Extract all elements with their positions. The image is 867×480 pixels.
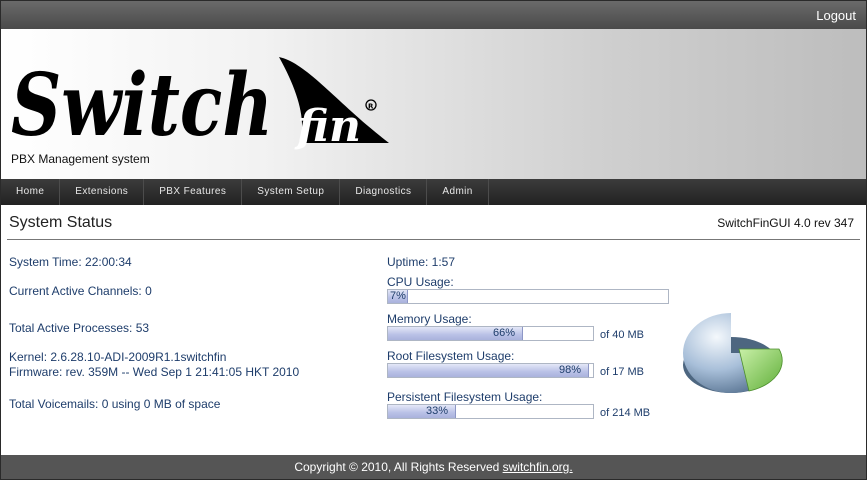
persistfs-usage-label: Persistent Filesystem Usage: bbox=[387, 390, 543, 404]
nav-extensions[interactable]: Extensions bbox=[60, 179, 145, 205]
persistfs-usage-bar: 33% bbox=[387, 404, 594, 419]
firmware-version: Firmware: rev. 359M -- Wed Sep 1 21:41:0… bbox=[9, 365, 300, 379]
nav-home[interactable]: Home bbox=[1, 179, 61, 205]
cpu-usage-bar: 7% bbox=[387, 289, 669, 304]
page-title: System Status bbox=[9, 214, 113, 231]
nav-diagnostics[interactable]: Diagnostics bbox=[340, 179, 428, 205]
logout-link[interactable]: Logout bbox=[816, 8, 856, 23]
persistfs-total: of 214 MB bbox=[600, 407, 651, 419]
logo-switch-text: Switch bbox=[11, 55, 273, 153]
nav-admin[interactable]: Admin bbox=[427, 179, 489, 205]
app-frame: Logout Switch fin R PBX Management syste… bbox=[0, 0, 867, 480]
logo-fin-text: fin bbox=[294, 101, 361, 152]
memory-total: of 40 MB bbox=[600, 329, 645, 341]
header-banner: Switch fin R PBX Management system bbox=[1, 29, 866, 179]
cpu-usage-percent: 7% bbox=[390, 290, 406, 302]
rootfs-usage-bar: 98% bbox=[387, 363, 594, 378]
switchfin-link[interactable]: switchfin.org. bbox=[503, 460, 573, 474]
version-label: SwitchFinGUI 4.0 rev 347 bbox=[717, 216, 854, 230]
pie-chart-icon bbox=[683, 313, 783, 393]
cpu-usage-label: CPU Usage: bbox=[387, 275, 454, 289]
main-nav: Home Extensions PBX Features System Setu… bbox=[1, 179, 866, 205]
switchfin-logo: Switch fin R bbox=[11, 55, 389, 153]
active-processes: Total Active Processes: 53 bbox=[9, 321, 150, 335]
memory-usage-bar: 66% bbox=[387, 326, 594, 341]
rootfs-total: of 17 MB bbox=[600, 366, 645, 378]
footer: Copyright © 2010, All Rights Reserved sw… bbox=[1, 455, 866, 479]
active-channels: Current Active Channels: 0 bbox=[9, 284, 152, 298]
title-divider bbox=[7, 239, 860, 240]
copyright-text: Copyright © 2010, All Rights Reserved bbox=[294, 460, 503, 474]
kernel-version: Kernel: 2.6.28.10-ADI-2009R1.1switchfin bbox=[9, 350, 227, 364]
status-panel: System Status SwitchFinGUI 4.0 rev 347 S… bbox=[7, 205, 860, 455]
memory-usage-percent: 66% bbox=[492, 327, 515, 339]
nav-pbx-features[interactable]: PBX Features bbox=[144, 179, 243, 205]
voicemails-total: Total Voicemails: 0 using 0 MB of space bbox=[9, 397, 221, 411]
rootfs-usage-percent: 98% bbox=[558, 364, 581, 376]
svg-text:R: R bbox=[368, 103, 374, 111]
memory-usage-label: Memory Usage: bbox=[387, 312, 472, 326]
nav-system-setup[interactable]: System Setup bbox=[242, 179, 341, 205]
top-bar: Logout bbox=[1, 1, 866, 29]
persistfs-usage-percent: 33% bbox=[425, 405, 448, 417]
system-time: System Time: 22:00:34 bbox=[9, 255, 132, 269]
tagline: PBX Management system bbox=[11, 152, 150, 166]
rootfs-usage-label: Root Filesystem Usage: bbox=[387, 349, 515, 363]
uptime: Uptime: 1:57 bbox=[387, 255, 456, 269]
